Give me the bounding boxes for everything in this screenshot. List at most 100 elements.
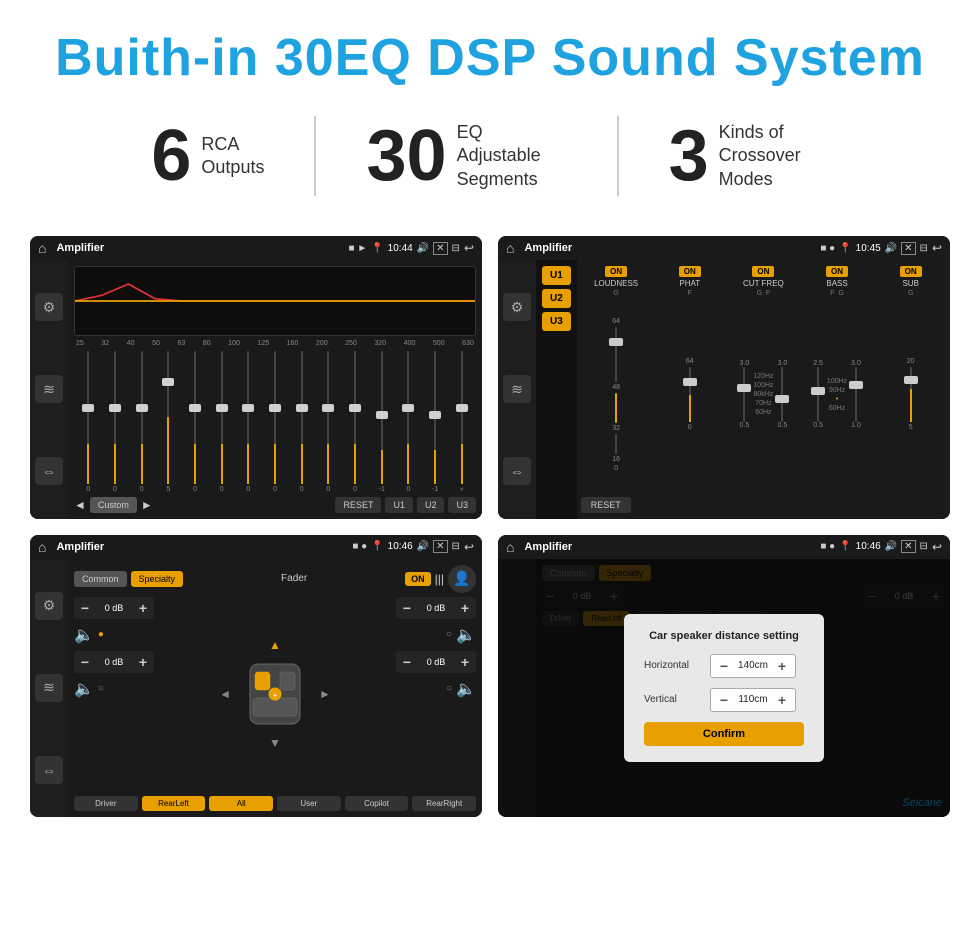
tab-specialty[interactable]: Specialty (131, 571, 184, 587)
fader-top-bar: Common Specialty Fader ON ||| 👤 (74, 565, 476, 593)
cutfreq-on[interactable]: ON (752, 266, 774, 277)
slider-3[interactable]: 0 (129, 351, 154, 493)
user-icon-btn[interactable]: 👤 (448, 565, 476, 593)
time-1: 10:44 (388, 243, 413, 254)
screen-amplifier: ⌂ Amplifier ■ ● 📍 10:45 🔊 ✕ ⊟ ↩ ⚙ ≋ ⇔ U1… (498, 236, 950, 519)
db-rl-minus[interactable]: − (78, 654, 92, 670)
btn-rearright[interactable]: RearRight (412, 796, 476, 811)
arrow-up[interactable]: ▲ (269, 638, 281, 652)
app-title-2: Amplifier (524, 242, 816, 254)
btn-rearleft[interactable]: RearLeft (142, 796, 206, 811)
tab-common[interactable]: Common (74, 571, 127, 587)
speaker-fr: ○ 🔈 (396, 625, 476, 645)
u2-btn[interactable]: U2 (417, 497, 445, 513)
horizontal-minus[interactable]: − (717, 658, 731, 674)
db-fr-plus[interactable]: + (458, 600, 472, 616)
home-icon-3[interactable]: ⌂ (38, 539, 46, 555)
slider-1[interactable]: 0 (76, 351, 101, 493)
eq-btn-2[interactable]: ≋ (35, 375, 63, 403)
db-fl-val: 0 dB (96, 603, 132, 613)
db-rr-minus[interactable]: − (400, 654, 414, 670)
fader-left-controls: − 0 dB + 🔈 ● − 0 dB + (74, 597, 154, 793)
home-icon-4[interactable]: ⌂ (506, 539, 514, 555)
status-icons-3: 📍 10:46 🔊 ✕ ⊟ ↩ (371, 540, 474, 554)
eq-btn-3[interactable]: ⇔ (35, 457, 63, 485)
cutfreq-slider[interactable]: 3.0 0.5 120Hz100Hz80kHz70Hz60Hz 3.0 (740, 297, 788, 493)
slider-8[interactable]: 0 (263, 351, 288, 493)
fader-side-btn-3[interactable]: ⇔ (35, 756, 63, 784)
home-icon-1[interactable]: ⌂ (38, 240, 46, 256)
amp-side-btn-2[interactable]: ≋ (503, 375, 531, 403)
close-icon-2: ✕ (901, 242, 915, 255)
db-fr-minus[interactable]: − (400, 600, 414, 616)
speaker-fl: 🔈 ● (74, 625, 154, 645)
reset-btn[interactable]: RESET (335, 497, 381, 513)
fader-side-btn-2[interactable]: ≋ (35, 674, 63, 702)
preset-custom[interactable]: Custom (90, 497, 137, 513)
amp-reset-btn[interactable]: RESET (581, 497, 631, 513)
volume-icon-2: 🔊 (885, 243, 897, 254)
eq-graph-svg (75, 267, 475, 335)
freq-80: 80 (203, 340, 211, 347)
eq-btn-1[interactable]: ⚙ (35, 293, 63, 321)
amp-side-btn-3[interactable]: ⇔ (503, 457, 531, 485)
time-2: 10:45 (856, 243, 881, 254)
slider-9[interactable]: 0 (289, 351, 314, 493)
db-fl-plus[interactable]: + (136, 600, 150, 616)
slider-5[interactable]: 0 (183, 351, 208, 493)
slider-15[interactable]: » (449, 351, 474, 493)
freq-100: 100 (228, 340, 240, 347)
loudness-slider[interactable]: 64 48 32 16 0 (612, 297, 620, 493)
slider-14[interactable]: -1 (423, 351, 448, 493)
slider-12[interactable]: -1 (369, 351, 394, 493)
u3-side-btn[interactable]: U3 (542, 312, 571, 331)
ctrl-loudness: ON LOUDNESS G 64 48 32 16 0 (581, 266, 652, 493)
loudness-on[interactable]: ON (605, 266, 627, 277)
slider-2[interactable]: 0 (103, 351, 128, 493)
btn-all[interactable]: All (209, 796, 273, 811)
db-rr-plus[interactable]: + (458, 654, 472, 670)
slider-13[interactable]: 0 (396, 351, 421, 493)
slider-7[interactable]: 0 (236, 351, 261, 493)
screen2-body: ⚙ ≋ ⇔ U1 U2 U3 ON LOUDNESS G 64 (498, 260, 950, 519)
amp-side-btn-1[interactable]: ⚙ (503, 293, 531, 321)
fader-side-btn-1[interactable]: ⚙ (35, 592, 63, 620)
eq-freq-labels: 25 32 40 50 63 80 100 125 160 200 250 32… (74, 340, 476, 347)
bass-on[interactable]: ON (826, 266, 848, 277)
horizontal-plus[interactable]: + (775, 658, 789, 674)
arrow-right[interactable]: ► (319, 687, 331, 701)
slider-10[interactable]: 0 (316, 351, 341, 493)
prev-btn[interactable]: ◄ (74, 498, 86, 512)
svg-text:+: + (273, 691, 278, 700)
u1-side-btn[interactable]: U1 (542, 266, 571, 285)
fader-diagram: ▲ ◄ (160, 634, 390, 754)
sub-slider[interactable]: 20 5 (907, 297, 915, 493)
db-rl-plus[interactable]: + (136, 654, 150, 670)
confirm-button[interactable]: Confirm (644, 722, 804, 746)
phat-on[interactable]: ON (679, 266, 701, 277)
btn-user[interactable]: User (277, 796, 341, 811)
vertical-minus[interactable]: − (717, 692, 731, 708)
slider-4[interactable]: 5 (156, 351, 181, 493)
u3-btn[interactable]: U3 (448, 497, 476, 513)
bass-slider[interactable]: 2.5 0.5 100Hz90Hz•60Hz 3.0 (813, 297, 861, 493)
slider-6[interactable]: 0 (209, 351, 234, 493)
status-icons-1: 📍 10:44 🔊 ✕ ⊟ ↩ (371, 241, 474, 255)
btn-driver[interactable]: Driver (74, 796, 138, 811)
home-icon-2[interactable]: ⌂ (506, 240, 514, 256)
vertical-plus[interactable]: + (775, 692, 789, 708)
u2-side-btn[interactable]: U2 (542, 289, 571, 308)
phat-slider[interactable]: 64 0 (686, 297, 694, 493)
arrow-down[interactable]: ▼ (269, 736, 281, 750)
u1-btn[interactable]: U1 (385, 497, 413, 513)
db-fl-minus[interactable]: − (78, 600, 92, 616)
slider-11[interactable]: 0 (343, 351, 368, 493)
arrow-left[interactable]: ◄ (219, 687, 231, 701)
db-rr-val: 0 dB (418, 657, 454, 667)
sub-on[interactable]: ON (900, 266, 922, 277)
btn-copilot[interactable]: Copilot (345, 796, 409, 811)
vertical-stepper: − 110cm + (710, 688, 796, 712)
next-btn[interactable]: ► (141, 498, 153, 512)
fader-on-badge[interactable]: ON (405, 572, 431, 586)
time-3: 10:46 (388, 541, 413, 552)
